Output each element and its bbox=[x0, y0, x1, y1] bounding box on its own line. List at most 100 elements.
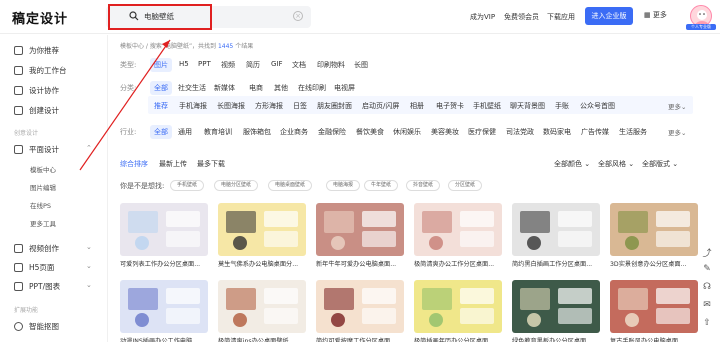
subcategory-chip[interactable]: 日签 bbox=[293, 101, 307, 111]
chevron-down-icon[interactable]: ⌄ bbox=[86, 262, 92, 270]
subcategory-chip[interactable]: 方形海报 bbox=[255, 101, 283, 111]
type-chip[interactable]: H5 bbox=[179, 60, 189, 68]
type-chip[interactable]: 文档 bbox=[292, 60, 306, 70]
template-card-title[interactable]: 新年牛年可爱办公电脑桌面... bbox=[316, 259, 406, 268]
style-filter[interactable]: 全部风格 ⌄ bbox=[598, 159, 634, 169]
suggest-tag[interactable]: 电脑桌面壁纸 bbox=[268, 180, 313, 191]
template-card[interactable] bbox=[218, 280, 306, 333]
template-card[interactable] bbox=[610, 203, 698, 256]
sidebar-item-smart-cutout[interactable]: 智能抠图 bbox=[14, 321, 59, 332]
sidebar-sub-template[interactable]: 模板中心 bbox=[30, 164, 56, 174]
industry-chip[interactable]: 休闲娱乐 bbox=[393, 127, 421, 137]
template-card-title[interactable]: 莫生气佛系办公电脑桌面分... bbox=[218, 259, 308, 268]
template-card-title[interactable]: 极简清爽办公工作分区桌面... bbox=[414, 259, 504, 268]
subcategory-chip[interactable]: 推荐 bbox=[154, 101, 168, 111]
sidebar-item-recommend[interactable]: 为你推荐 bbox=[14, 45, 59, 56]
template-card[interactable] bbox=[512, 203, 600, 256]
chevron-down-icon[interactable]: ⌄ bbox=[86, 281, 92, 289]
industry-chip[interactable]: 医疗保健 bbox=[468, 127, 496, 137]
free-member-link[interactable]: 免费领会员 bbox=[504, 12, 539, 22]
suggest-tag[interactable]: 牛年壁纸 bbox=[364, 180, 399, 191]
suggest-tag[interactable]: 电脑分区壁纸 bbox=[214, 180, 259, 191]
suggest-tag[interactable]: 电脑海报 bbox=[326, 180, 361, 191]
layout-filter[interactable]: 全部版式 ⌄ bbox=[642, 159, 678, 169]
industry-chip[interactable]: 全部 bbox=[150, 125, 172, 139]
template-card[interactable] bbox=[218, 203, 306, 256]
subcategory-chip[interactable]: 手账 bbox=[555, 101, 569, 111]
template-card-title[interactable]: 极简清爽ins办公桌面壁纸... bbox=[218, 336, 308, 342]
category-chip[interactable]: 电视屏 bbox=[334, 83, 355, 93]
suggest-tag[interactable]: 抖音壁纸 bbox=[406, 180, 441, 191]
industry-chip[interactable]: 通用 bbox=[178, 127, 192, 137]
sidebar-sub-image-edit[interactable]: 图片编辑 bbox=[30, 182, 56, 192]
template-card[interactable] bbox=[610, 280, 698, 333]
type-chip[interactable]: GIF bbox=[271, 60, 283, 68]
template-card-title[interactable]: 复古手账风办公电脑桌面... bbox=[610, 336, 700, 342]
industry-chip[interactable]: 司法党政 bbox=[506, 127, 534, 137]
sort-most-downloaded[interactable]: 最多下载 bbox=[197, 159, 225, 169]
suggest-tag[interactable]: 手机壁纸 bbox=[170, 180, 205, 191]
close-circle-icon[interactable]: × bbox=[293, 11, 303, 21]
template-card[interactable] bbox=[414, 280, 502, 333]
industry-chip[interactable]: 服饰箱包 bbox=[243, 127, 271, 137]
template-card[interactable] bbox=[120, 280, 208, 333]
sidebar-item-ppt[interactable]: PPT/图表 bbox=[14, 281, 60, 292]
become-vip-link[interactable]: 成为VIP bbox=[470, 12, 495, 22]
template-card-title[interactable]: 极简插画年历办公分区桌面... bbox=[414, 336, 504, 342]
template-card-title[interactable]: 动漫INS插画办公工作电脑... bbox=[120, 336, 210, 342]
type-chip[interactable]: 视频 bbox=[221, 60, 235, 70]
industry-chip[interactable]: 金融保险 bbox=[318, 127, 346, 137]
download-app-link[interactable]: 下载应用 bbox=[547, 12, 575, 22]
template-card[interactable] bbox=[316, 280, 404, 333]
industry-chip[interactable]: 广告传媒 bbox=[581, 127, 609, 137]
subcategory-chip[interactable]: 相册 bbox=[410, 101, 424, 111]
type-chip[interactable]: 图片 bbox=[150, 58, 172, 72]
sidebar-item-video[interactable]: 视频创作 bbox=[14, 243, 59, 254]
template-card-title[interactable]: 绿色教育黑板办公分区桌面... bbox=[512, 336, 602, 342]
category-chip[interactable]: 其他 bbox=[274, 83, 288, 93]
category-chip[interactable]: 电商 bbox=[249, 83, 263, 93]
industry-chip[interactable]: 企业商务 bbox=[280, 127, 308, 137]
category-chip[interactable]: 社交生活 bbox=[178, 83, 206, 93]
industry-more[interactable]: 更多⌄ bbox=[668, 127, 686, 137]
chevron-down-icon[interactable]: ⌄ bbox=[86, 243, 92, 251]
sidebar-sub-more-tools[interactable]: 更多工具 bbox=[30, 218, 56, 228]
sidebar-item-h5[interactable]: H5页面 bbox=[14, 262, 54, 273]
industry-chip[interactable]: 生活服务 bbox=[619, 127, 647, 137]
template-card[interactable] bbox=[316, 203, 404, 256]
app-logo[interactable]: 稿定设计 bbox=[12, 8, 68, 27]
template-card[interactable] bbox=[512, 280, 600, 333]
industry-chip[interactable]: 教育培训 bbox=[204, 127, 232, 137]
feedback-icon[interactable]: ✉ bbox=[700, 300, 714, 314]
sort-comprehensive[interactable]: 综合排序 bbox=[120, 159, 148, 169]
type-chip[interactable]: 印刷物料 bbox=[317, 60, 345, 70]
template-card[interactable] bbox=[414, 203, 502, 256]
subcategory-more[interactable]: 更多⌄ bbox=[668, 101, 686, 111]
template-card[interactable] bbox=[120, 203, 208, 256]
template-card-title[interactable]: 3D实景创意办公分区桌面... bbox=[610, 259, 700, 268]
template-card-title[interactable]: 简约黑白插画工作分区桌面... bbox=[512, 259, 602, 268]
share-icon[interactable]: ⤴ bbox=[700, 246, 714, 260]
sort-newest[interactable]: 最新上传 bbox=[159, 159, 187, 169]
subcategory-chip[interactable]: 聊天背景图 bbox=[510, 101, 545, 111]
subcategory-chip[interactable]: 朋友圈封面 bbox=[317, 101, 352, 111]
subcategory-chip[interactable]: 启动页/闪屏 bbox=[362, 101, 399, 111]
subcategory-chip[interactable]: 手机海报 bbox=[179, 101, 207, 111]
category-chip[interactable]: 新媒体 bbox=[214, 83, 235, 93]
sidebar-item-create[interactable]: 创建设计 bbox=[14, 105, 59, 116]
chevron-up-icon[interactable]: ⌃ bbox=[86, 144, 92, 152]
enterprise-button[interactable]: 进入企业版 bbox=[585, 7, 633, 25]
more-menu[interactable]: ▦ 更多 bbox=[644, 10, 667, 20]
suggest-tag[interactable]: 分区壁纸 bbox=[448, 180, 483, 191]
sidebar-item-collab[interactable]: 设计协作 bbox=[14, 85, 59, 96]
back-to-top-icon[interactable]: ⇧ bbox=[700, 318, 714, 332]
edit-icon[interactable]: ✎ bbox=[700, 264, 714, 278]
subcategory-chip[interactable]: 公众号首图 bbox=[580, 101, 615, 111]
subcategory-chip[interactable]: 电子贺卡 bbox=[436, 101, 464, 111]
category-chip[interactable]: 全部 bbox=[150, 81, 172, 95]
template-card-title[interactable]: 简约可爱按摩工作分区桌面... bbox=[316, 336, 406, 342]
sidebar-sub-online-ps[interactable]: 在线PS bbox=[30, 200, 51, 210]
subcategory-chip[interactable]: 手机壁纸 bbox=[473, 101, 501, 111]
industry-chip[interactable]: 餐饮美食 bbox=[356, 127, 384, 137]
industry-chip[interactable]: 美容美妆 bbox=[431, 127, 459, 137]
